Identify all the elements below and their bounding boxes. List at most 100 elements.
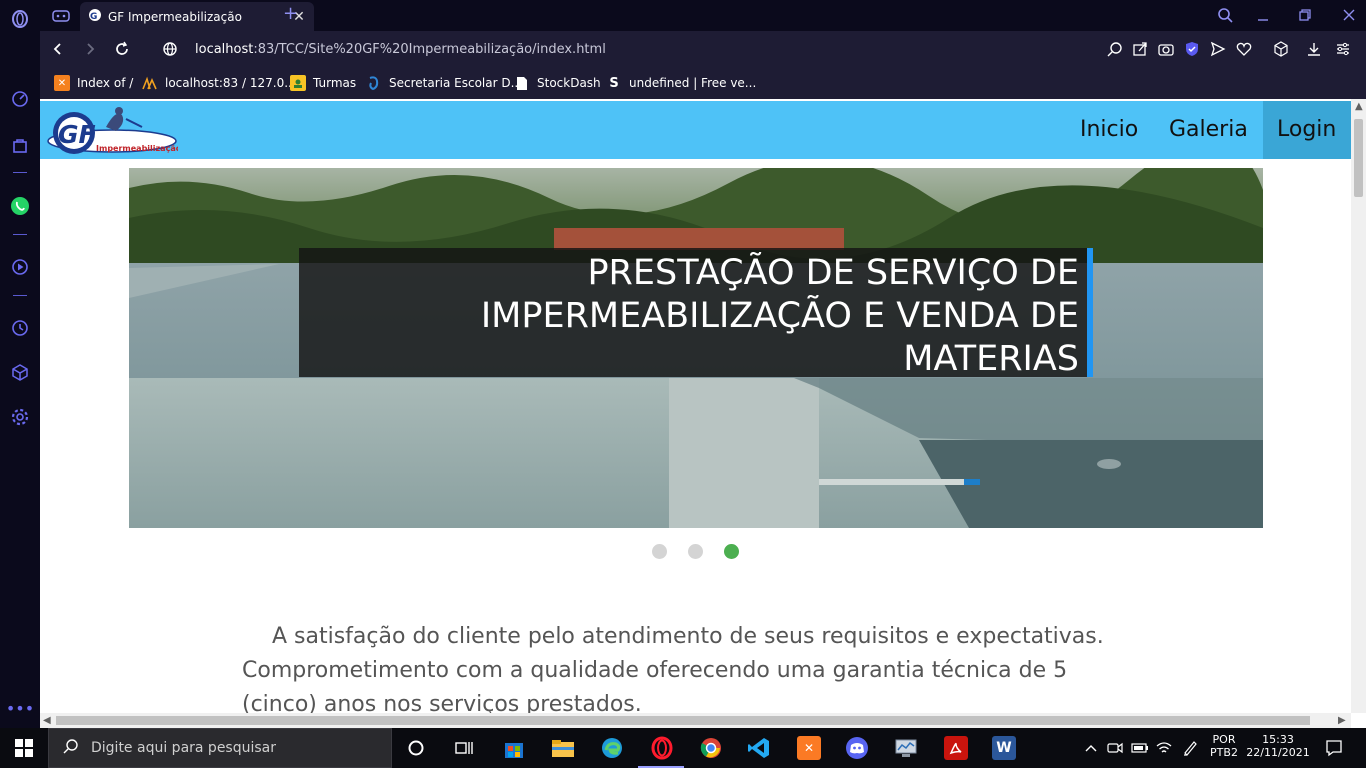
xampp-taskbar-icon[interactable]: ✕ — [797, 736, 821, 760]
reload-button[interactable] — [112, 39, 132, 59]
restore-icon[interactable] — [1296, 6, 1314, 24]
keyboard-layout: PTB2 — [1210, 746, 1238, 759]
bookmark-label: Secretaria Escolar D... — [389, 76, 523, 90]
vertical-scrollbar[interactable]: ▲ — [1351, 99, 1366, 713]
windows-taskbar: Digite aqui para pesquisar ✕ W POR PTB2 … — [0, 728, 1366, 768]
discord-icon[interactable] — [845, 736, 869, 760]
show-hidden-icons-chevron[interactable] — [1082, 736, 1100, 760]
easy-setup-icon[interactable] — [1334, 40, 1352, 58]
player-icon[interactable] — [9, 256, 31, 278]
slider-dot-3-active[interactable] — [724, 544, 739, 559]
bookmark-index-of[interactable]: ✕ Index of / — [54, 75, 133, 91]
heart-icon[interactable] — [1235, 40, 1253, 58]
microsoft-store-icon[interactable] — [502, 736, 526, 760]
horizontal-scrollbar[interactable]: ◀ ▶ — [40, 713, 1351, 728]
site-info-icon[interactable] — [160, 39, 180, 59]
bookmark-label: StockDash — [537, 76, 601, 90]
windows-start-icon[interactable] — [12, 736, 36, 760]
bookmark-secretaria[interactable]: Secretaria Escolar D... — [366, 75, 522, 91]
sidebar-separator — [13, 234, 27, 235]
shopping-bag-icon[interactable] — [9, 134, 31, 156]
system-monitor-icon[interactable] — [894, 736, 918, 760]
vpn-shield-icon[interactable] — [1183, 40, 1201, 58]
site-header: GF Impermeabilização Inicio Galeria Logi… — [40, 101, 1351, 159]
scroll-right-arrow[interactable]: ▶ — [1338, 715, 1346, 726]
tab-title: GF Impermeabilização — [108, 9, 242, 24]
horizontal-scroll-thumb[interactable] — [56, 716, 1310, 725]
nav-galeria[interactable]: Galeria — [1155, 101, 1262, 159]
clock[interactable]: 15:33 22/11/2021 — [1245, 733, 1311, 759]
bookmark-turmas[interactable]: Turmas — [290, 75, 356, 91]
slider-dot-2[interactable] — [688, 544, 703, 559]
vertical-scroll-thumb[interactable] — [1354, 119, 1363, 197]
task-view-icon[interactable] — [452, 736, 476, 760]
taskbar-search-box[interactable]: Digite aqui para pesquisar — [48, 728, 392, 768]
site-favicon-icon: G — [88, 7, 102, 26]
slider-dot-1[interactable] — [652, 544, 667, 559]
snapshot-camera-icon[interactable] — [1157, 40, 1175, 58]
opera-sidebar: ••• — [0, 0, 40, 728]
pen-icon[interactable] — [1180, 736, 1200, 760]
battery-icon[interactable] — [1130, 736, 1150, 760]
clock-date: 22/11/2021 — [1246, 746, 1310, 759]
tab-strip: G GF Impermeabilização ✕ + — [40, 0, 1366, 31]
hero-caption: PRESTAÇÃO DE SERVIÇO DE IMPERMEABILIZAÇÃ… — [299, 248, 1093, 379]
classroom-icon — [290, 75, 306, 91]
gf-logo[interactable]: GF Impermeabilização — [46, 105, 182, 157]
xampp-icon: ✕ — [54, 75, 70, 91]
language-indicator[interactable]: POR PTB2 — [1204, 733, 1244, 759]
speed-dial-icon[interactable] — [9, 88, 31, 110]
new-tab-button[interactable]: + — [283, 3, 298, 24]
bookmark-phpmyadmin[interactable]: localhost:83 / 127.0... — [142, 75, 296, 91]
sidebar-separator — [13, 295, 27, 296]
forward-button[interactable] — [80, 39, 100, 59]
nav-login[interactable]: Login — [1263, 101, 1351, 159]
close-window-icon[interactable] — [1340, 6, 1358, 24]
workspaces-icon[interactable] — [50, 5, 72, 27]
svg-text:GF: GF — [58, 120, 96, 149]
send-icon[interactable] — [1209, 40, 1227, 58]
whatsapp-icon[interactable] — [9, 195, 31, 217]
bookmark-undefined[interactable]: S undefined | Free ve... — [606, 75, 756, 91]
phpmyadmin-icon — [142, 75, 158, 91]
history-icon[interactable] — [9, 317, 31, 339]
extensions-cube-icon[interactable] — [9, 361, 31, 383]
file-explorer-icon[interactable] — [551, 736, 575, 760]
bookmark-label: undefined | Free ve... — [629, 76, 757, 90]
settings-gear-icon[interactable] — [9, 406, 31, 428]
zoom-search-icon[interactable] — [1106, 40, 1124, 58]
bookmark-label: localhost:83 / 127.0... — [165, 76, 296, 90]
bookmark-label: Index of / — [77, 76, 134, 90]
cortana-icon[interactable] — [404, 736, 428, 760]
share-icon[interactable] — [1131, 40, 1149, 58]
back-button[interactable] — [48, 39, 68, 59]
edge-icon[interactable] — [600, 736, 624, 760]
meet-now-icon[interactable] — [1105, 736, 1125, 760]
language-code: POR — [1212, 733, 1236, 746]
tab-gf-impermeabilizacao[interactable]: G GF Impermeabilização ✕ — [80, 2, 314, 31]
url-field[interactable]: localhost:83/TCC/Site%20GF%20Impermeabil… — [195, 42, 606, 57]
notifications-icon[interactable] — [1322, 736, 1346, 760]
word-icon[interactable]: W — [992, 736, 1016, 760]
secretaria-icon — [366, 75, 382, 91]
opera-taskbar-icon[interactable] — [650, 736, 674, 760]
more-options-icon[interactable]: ••• — [6, 697, 34, 719]
document-icon — [514, 75, 530, 91]
search-tabs-icon[interactable] — [1216, 6, 1234, 24]
wifi-icon[interactable] — [1154, 736, 1174, 760]
chrome-icon[interactable] — [699, 736, 723, 760]
url-path: :83/TCC/Site%20GF%20Impermeabilização/in… — [253, 42, 606, 57]
acrobat-icon[interactable] — [944, 736, 968, 760]
url-host: localhost — [195, 42, 254, 57]
sidebar-separator — [13, 172, 27, 173]
extensions-icon[interactable] — [1272, 40, 1290, 58]
s-logo-icon: S — [609, 75, 619, 91]
download-icon[interactable] — [1305, 40, 1323, 58]
scroll-left-arrow[interactable]: ◀ — [43, 715, 51, 726]
bookmark-stockdash[interactable]: StockDash — [514, 75, 601, 91]
minimize-icon[interactable] — [1254, 6, 1272, 24]
vscode-icon[interactable] — [747, 736, 771, 760]
opera-menu-icon[interactable] — [9, 8, 31, 30]
nav-inicio[interactable]: Inicio — [1066, 101, 1152, 159]
scroll-up-arrow[interactable]: ▲ — [1355, 101, 1363, 112]
